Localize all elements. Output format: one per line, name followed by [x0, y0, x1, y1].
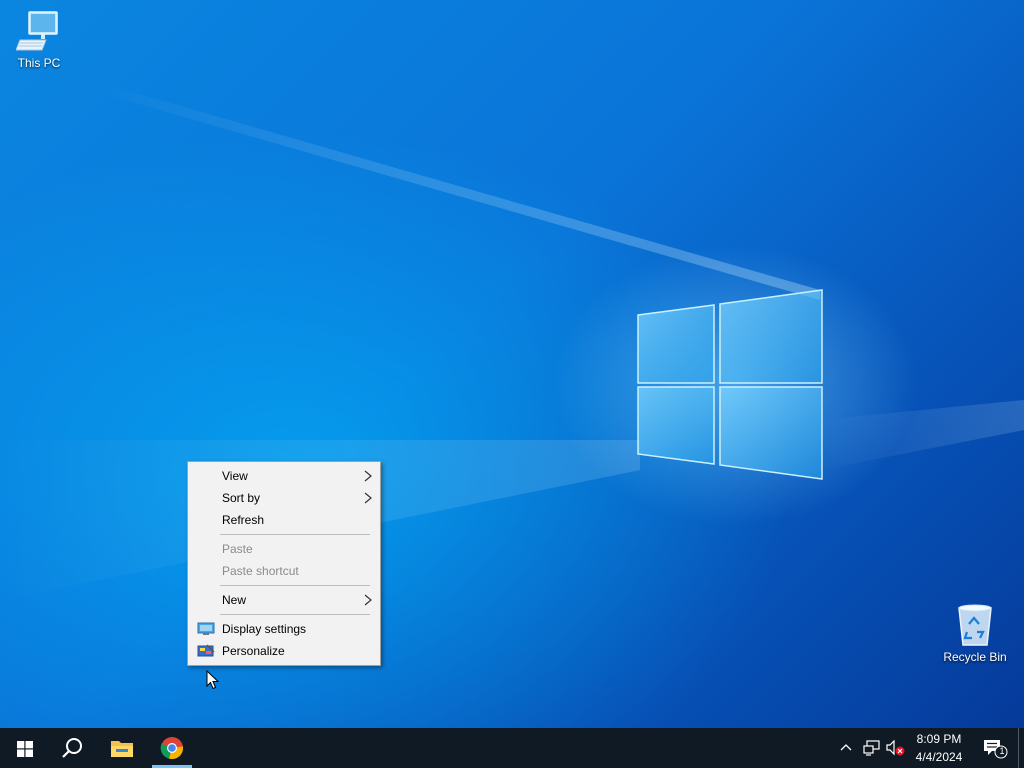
tray-overflow-button[interactable]	[836, 728, 856, 768]
menu-item-label: Refresh	[222, 513, 265, 527]
display-icon	[197, 622, 215, 635]
menu-separator	[220, 614, 370, 615]
menu-separator	[220, 585, 370, 586]
desktop-icon-recycle-bin[interactable]: Recycle Bin	[940, 602, 1010, 664]
network-icon	[863, 740, 880, 756]
show-desktop-button[interactable]	[1018, 728, 1019, 768]
tray-network-button[interactable]	[860, 728, 882, 768]
desktop-icon-label: This PC	[17, 56, 61, 70]
menu-item-new[interactable]: New	[188, 589, 380, 611]
menu-item-label: View	[222, 469, 248, 483]
windows-logo-wallpaper	[637, 289, 823, 480]
tray-volume-button[interactable]	[884, 728, 906, 768]
clock-time: 8:09 PM	[916, 732, 962, 746]
personalize-icon	[197, 644, 215, 657]
chevron-right-icon	[364, 470, 372, 482]
search-icon	[62, 738, 82, 758]
search-button[interactable]	[48, 728, 96, 768]
computer-icon	[16, 11, 58, 51]
action-center-button[interactable]: 1	[980, 728, 1010, 768]
taskbar-chrome[interactable]	[148, 728, 196, 768]
file-explorer-icon	[111, 741, 133, 757]
menu-item-paste-shortcut[interactable]: Paste shortcut	[188, 560, 380, 582]
desktop-context-menu: View Sort by Refresh Paste Paste shortcu…	[187, 461, 381, 666]
menu-separator	[220, 534, 370, 535]
start-button[interactable]	[0, 728, 48, 768]
desktop[interactable]: This PC Recycle Bin View Sort by Refresh…	[0, 0, 1024, 728]
menu-item-paste[interactable]: Paste	[188, 538, 380, 560]
recycle-bin-icon	[958, 604, 992, 646]
wallpaper-light-beams	[0, 80, 1024, 600]
menu-item-view[interactable]: View	[188, 465, 380, 487]
taskbar-clock[interactable]: 8:09 PM 4/4/2024	[906, 730, 972, 766]
menu-item-refresh[interactable]: Refresh	[188, 509, 380, 531]
clock-date: 4/4/2024	[915, 750, 963, 764]
menu-item-label: Display settings	[222, 622, 307, 636]
mouse-cursor-icon	[206, 670, 220, 690]
menu-item-personalize[interactable]: Personalize	[188, 640, 380, 662]
chevron-right-icon	[364, 594, 372, 606]
menu-item-label: New	[222, 593, 247, 607]
notification-count-badge: 1	[999, 746, 1005, 756]
chrome-icon	[160, 737, 184, 760]
desktop-icon-this-pc[interactable]: This PC	[4, 10, 74, 70]
menu-item-label: Paste	[222, 542, 253, 556]
chevron-up-icon	[840, 744, 852, 751]
taskbar: 8:09 PM 4/4/2024 1	[0, 728, 1024, 768]
menu-item-label: Sort by	[222, 491, 261, 505]
menu-item-display-settings[interactable]: Display settings	[188, 618, 380, 640]
volume-muted-icon	[886, 740, 905, 756]
desktop-icon-label: Recycle Bin	[943, 650, 1007, 664]
chevron-right-icon	[364, 492, 372, 504]
menu-item-label: Personalize	[222, 644, 285, 658]
menu-item-label: Paste shortcut	[222, 564, 299, 578]
menu-item-sort-by[interactable]: Sort by	[188, 487, 380, 509]
taskbar-file-explorer[interactable]	[98, 728, 146, 768]
start-icon	[17, 741, 33, 757]
